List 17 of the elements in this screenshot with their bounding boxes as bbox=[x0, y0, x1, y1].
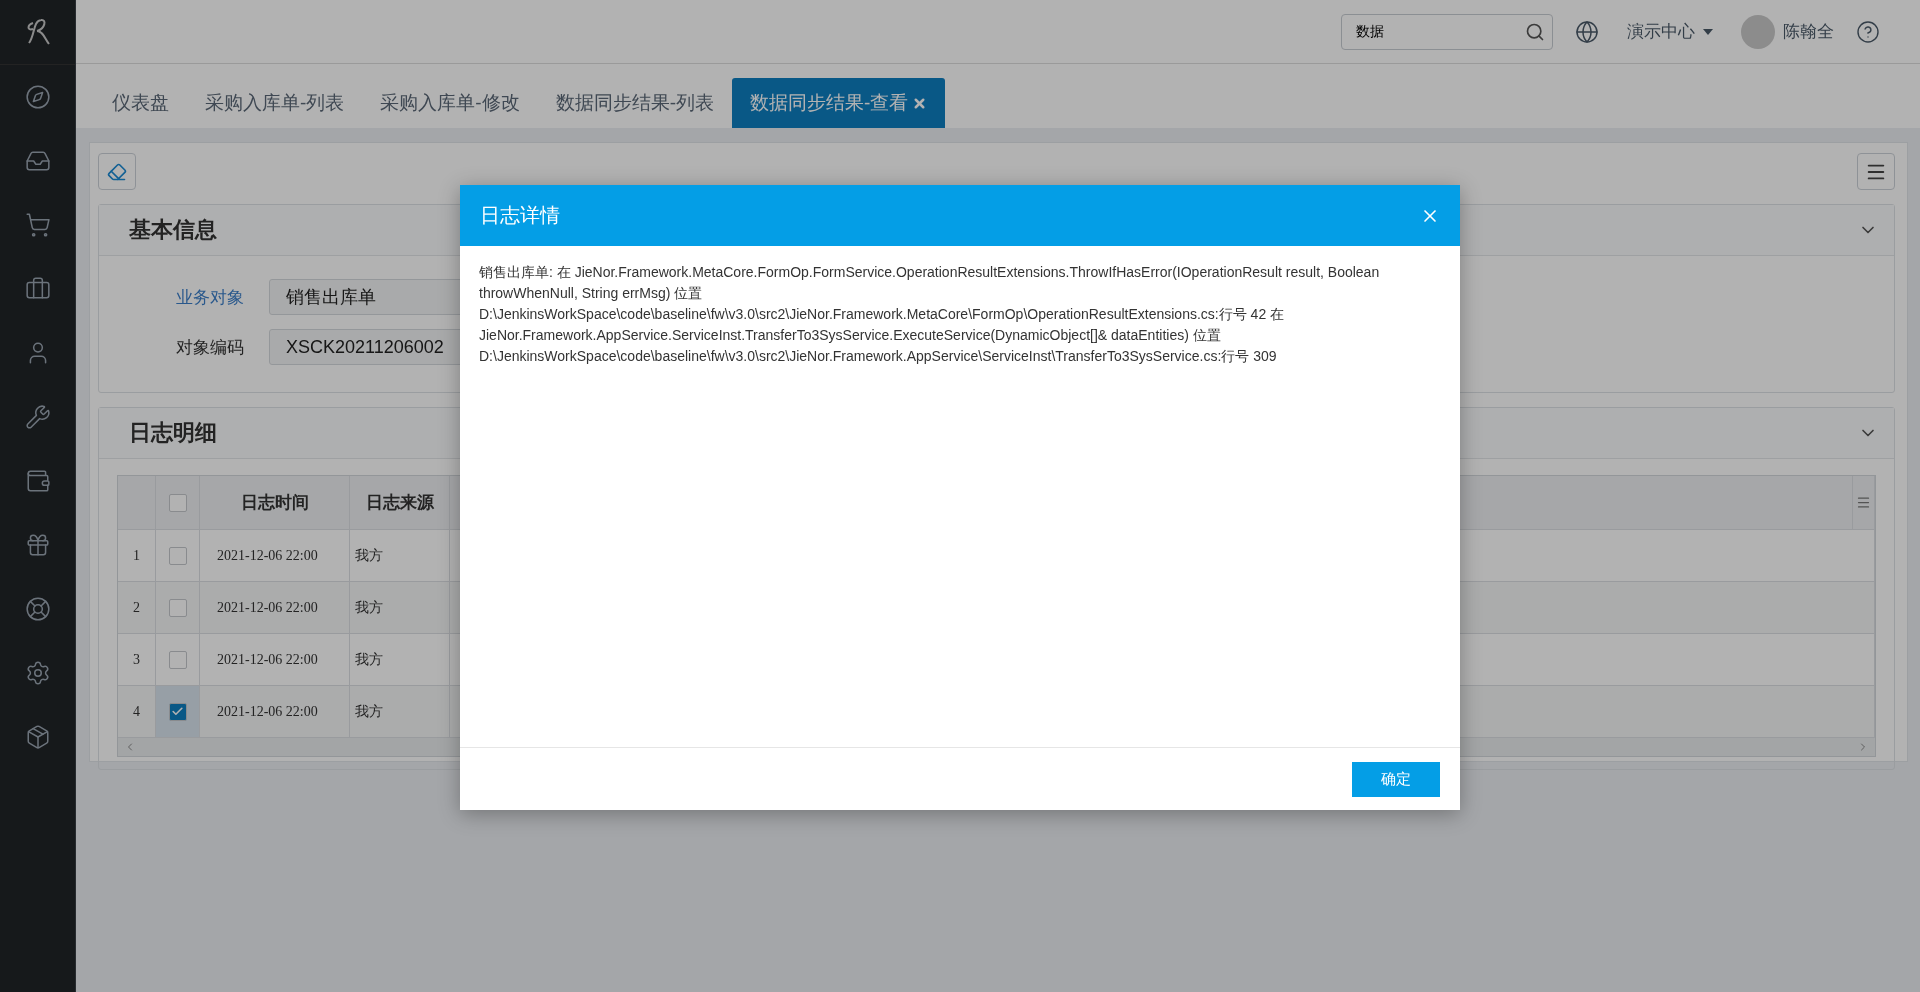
dialog-title: 日志详情 bbox=[480, 203, 560, 228]
row-number: 3 bbox=[118, 634, 156, 685]
table-cell: 我方 bbox=[350, 634, 450, 685]
table-cell: 我方 bbox=[350, 686, 450, 737]
table-cell: 2021-12-06 22:00 bbox=[200, 582, 350, 633]
section-title: 基本信息 bbox=[129, 216, 217, 244]
table-cell: 2021-12-06 22:00 bbox=[200, 634, 350, 685]
field-label: 对象编码 bbox=[175, 336, 245, 359]
user-name: 陈翰全 bbox=[1783, 21, 1834, 43]
row-number: 1 bbox=[118, 530, 156, 581]
table-cell: 2021-12-06 22:00 bbox=[200, 530, 350, 581]
section-title: 日志明细 bbox=[129, 419, 217, 447]
error-message: 销售出库单: 在 JieNor.Framework.MetaCore.FormOp.FormService.OperationResultExtensions.ThrowIfHasError(IOperationResult result, Boolean throwWhenNull, String errMsg) 位置 D:\JenkinsWorkSpace\code\baseline\fw\v3.0\src2\JieNor.Framework.MetaCore\FormOp\OperationResultExtensions.cs:行号 42 在 JieNor.Framework.AppService.ServiceInst.TransferTo3SysService.ExecuteService(DynamicObject[]& dataEntities) 位置 D:\JenkinsWorkSpace\code\baseline\fw\v3.0\src2\JieNor.Framework.AppService\ServiceInst\TransferTo3SysService.cs:行号 309 bbox=[479, 264, 1380, 364]
row-number: 2 bbox=[118, 582, 156, 633]
table-cell: 我方 bbox=[350, 582, 450, 633]
table-cell: 2021-12-06 22:00 bbox=[200, 686, 350, 737]
table-cell: 我方 bbox=[350, 530, 450, 581]
